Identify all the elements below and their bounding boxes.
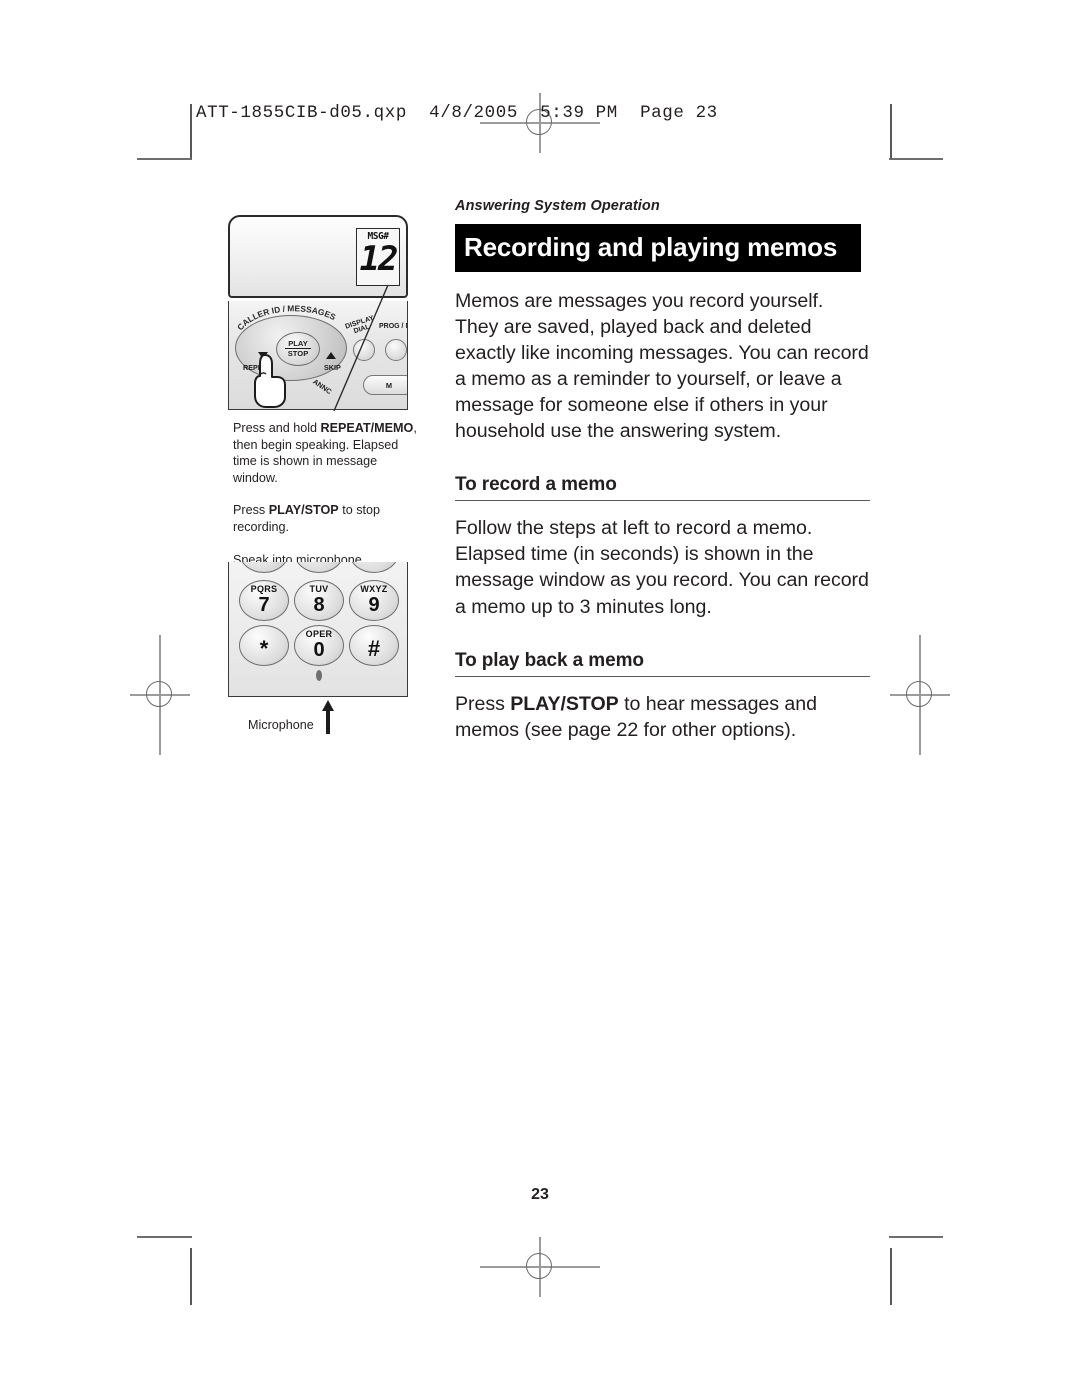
keypad-key-partial-6 bbox=[349, 562, 399, 573]
keypad-digit-0: 0 bbox=[313, 639, 325, 661]
keypad-key-partial-4 bbox=[239, 562, 289, 573]
caption-1-bold: REPEAT/MEMO bbox=[320, 421, 414, 435]
answering-machine-illustration: MSG# 12 CALLER ID / MESSAGES REPEAT SKIP… bbox=[228, 215, 408, 412]
crop-mark-top-left-vertical bbox=[190, 104, 192, 160]
registration-mark-bottom bbox=[480, 1237, 600, 1297]
caption-record-memo: Press and hold REPEAT/MEMO, then begin s… bbox=[233, 420, 421, 486]
keypad-key-partial-5 bbox=[294, 562, 344, 573]
keypad-key-8[interactable]: TUV 8 bbox=[294, 580, 344, 621]
keypad-digit-8: 8 bbox=[313, 594, 325, 616]
subsection-heading-playback: To play back a memo bbox=[455, 650, 870, 677]
keypad-digit-pound: # bbox=[367, 636, 381, 661]
keypad-letters-9: WXYZ bbox=[360, 584, 388, 594]
crop-mark-bottom-right-vertical bbox=[890, 1248, 892, 1305]
left-caption-column: Press and hold REPEAT/MEMO, then begin s… bbox=[233, 420, 421, 568]
crop-mark-bottom-left-horizontal bbox=[137, 1236, 192, 1238]
microphone-hole-icon bbox=[316, 670, 322, 681]
keypad-digit-7: 7 bbox=[258, 594, 270, 616]
page-title: Recording and playing memos bbox=[455, 224, 861, 273]
caption-stop-recording: Press PLAY/STOP to stop recording. bbox=[233, 502, 421, 535]
page-number: 23 bbox=[531, 1186, 549, 1203]
playback-body-prefix: Press bbox=[455, 692, 511, 715]
registration-mark-left bbox=[130, 635, 190, 755]
registration-mark-right bbox=[890, 635, 950, 755]
play-label: PLAY bbox=[288, 339, 308, 348]
keypad-digit-star: * bbox=[259, 636, 269, 661]
caption-2-bold: PLAY/STOP bbox=[268, 503, 339, 518]
subsection-heading-record: To record a memo bbox=[455, 474, 870, 502]
prepress-header-text: ATT-1855CIB-d05.qxp 4/8/2005 5:39 PM Pag… bbox=[196, 103, 718, 123]
subsection-body-record: Follow the steps at left to record a mem… bbox=[455, 517, 869, 618]
crop-mark-top-right-vertical bbox=[890, 104, 892, 160]
section-eyebrow: Answering System Operation bbox=[455, 198, 660, 214]
intro-paragraph: Memos are messages you record yourself. … bbox=[455, 290, 869, 443]
microphone-pointer-arrow-icon bbox=[322, 700, 334, 734]
playback-body-bold: PLAY/STOP bbox=[510, 692, 619, 715]
keypad-letters-8: TUV bbox=[309, 584, 329, 594]
registration-mark-top bbox=[480, 93, 600, 153]
keypad-key-star[interactable]: * bbox=[239, 625, 289, 666]
keypad-illustration: PQRS 7 TUV 8 WXYZ 9 * OPER 0 # bbox=[228, 562, 408, 697]
crop-mark-bottom-left-vertical bbox=[190, 1248, 192, 1305]
microphone-label: Microphone bbox=[248, 718, 314, 732]
subsection-body-playback: Press PLAY/STOP to hear messages and mem… bbox=[455, 691, 870, 743]
crop-mark-bottom-right-horizontal bbox=[889, 1236, 943, 1238]
crop-mark-top-right-horizontal bbox=[889, 158, 943, 160]
main-content-column: Answering System Operation Recording and… bbox=[455, 198, 870, 743]
keypad-letters-0: OPER bbox=[305, 629, 333, 639]
pointing-hand-icon bbox=[254, 354, 286, 408]
keypad-digit-9: 9 bbox=[368, 594, 380, 616]
lcd-leader-line bbox=[333, 284, 389, 412]
keypad-key-pound[interactable]: # bbox=[349, 625, 399, 666]
crop-mark-top-left-horizontal bbox=[137, 158, 192, 160]
caption-1-prefix: Press and hold bbox=[233, 421, 321, 435]
manual-page: ATT-1855CIB-d05.qxp 4/8/2005 5:39 PM Pag… bbox=[0, 0, 1080, 1397]
keypad-letters-7: PQRS bbox=[250, 584, 278, 594]
keypad-key-0[interactable]: OPER 0 bbox=[294, 625, 344, 666]
keypad-key-7[interactable]: PQRS 7 bbox=[239, 580, 289, 621]
keypad-key-9[interactable]: WXYZ 9 bbox=[349, 580, 399, 621]
caption-2-prefix: Press bbox=[233, 503, 269, 518]
